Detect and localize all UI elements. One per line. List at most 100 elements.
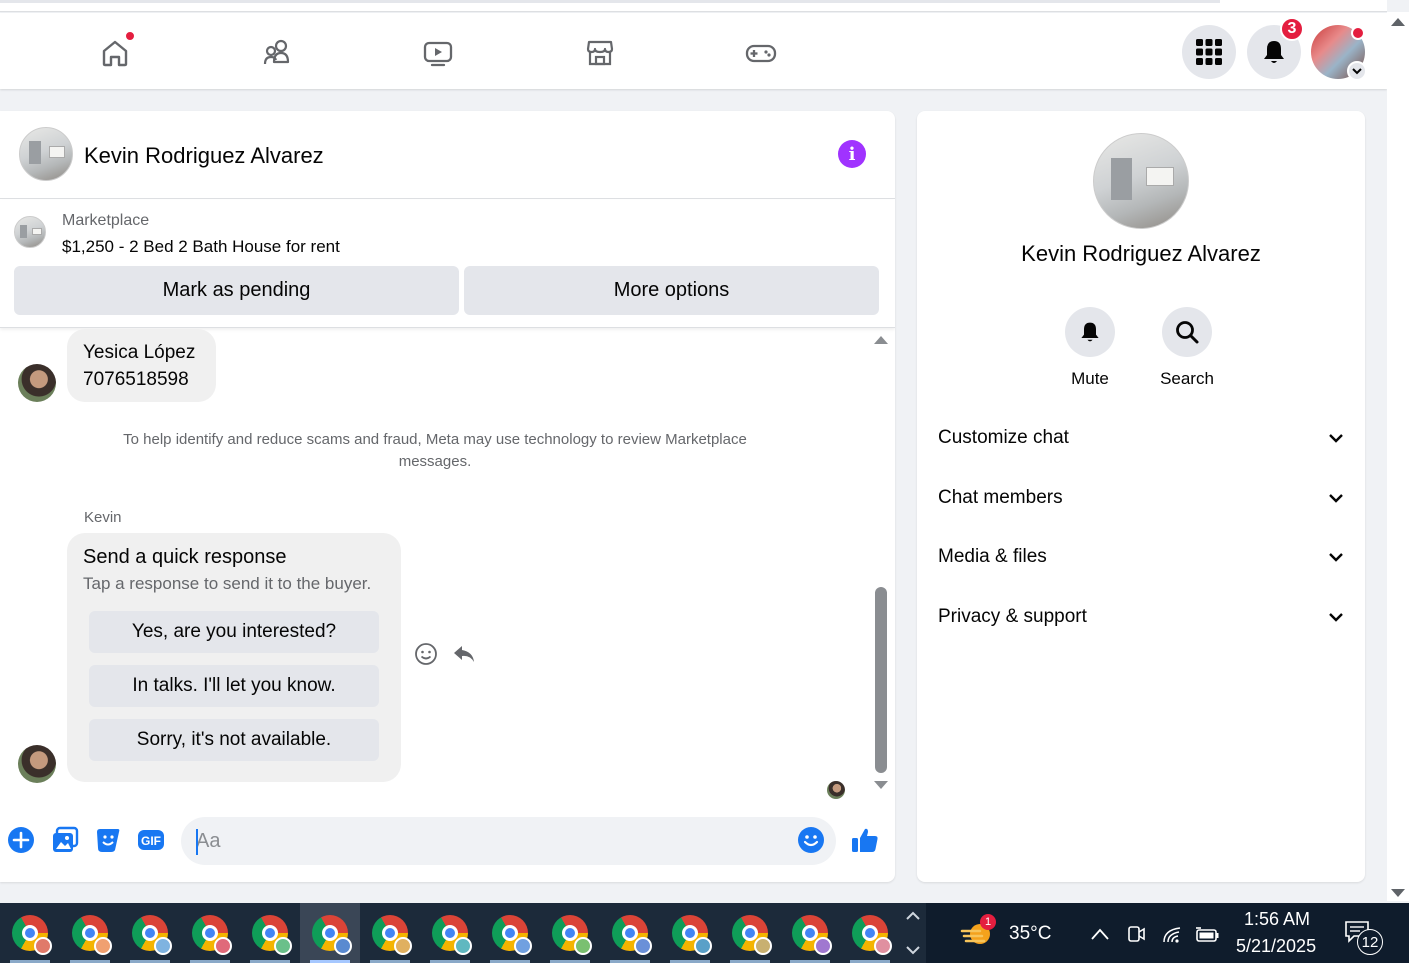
chrome-taskbar-app[interactable] xyxy=(420,903,480,963)
taskbar-overflow-scroller[interactable] xyxy=(900,903,926,963)
svg-text:GIF: GIF xyxy=(141,834,161,848)
gaming-icon xyxy=(745,44,777,63)
scroll-down-arrow-icon[interactable] xyxy=(874,781,888,789)
more-options-button[interactable]: More options xyxy=(464,266,879,315)
chat-contact-name[interactable]: Kevin Rodriguez Alvarez xyxy=(84,143,324,169)
gaming-tab[interactable] xyxy=(741,33,781,73)
wifi-tray-button[interactable] xyxy=(1160,921,1186,947)
chrome-taskbar-app[interactable] xyxy=(180,903,240,963)
home-tab[interactable] xyxy=(95,31,135,73)
mute-button[interactable]: Mute xyxy=(1050,307,1130,389)
section-chat-members[interactable]: Chat members xyxy=(938,478,1344,518)
thumbs-up-icon xyxy=(852,828,878,852)
quick-response-option[interactable]: Sorry, it's not available. xyxy=(89,719,379,761)
mark-as-pending-button[interactable]: Mark as pending xyxy=(14,266,459,315)
chrome-taskbar-app[interactable] xyxy=(720,903,780,963)
scroll-down-arrow-icon[interactable] xyxy=(1391,889,1405,897)
menu-button[interactable] xyxy=(1182,25,1236,79)
chrome-taskbar-app[interactable] xyxy=(600,903,660,963)
chrome-taskbar-app[interactable] xyxy=(660,903,720,963)
camera-icon xyxy=(1128,926,1145,942)
clock-date[interactable]: 5/21/2025 xyxy=(1236,936,1316,957)
react-button[interactable] xyxy=(413,641,439,667)
scrollbar-thumb[interactable] xyxy=(875,587,887,773)
scroll-up-arrow-icon[interactable] xyxy=(874,336,888,344)
chrome-icon xyxy=(132,915,172,955)
chrome-icon xyxy=(672,915,712,955)
chat-header: Kevin Rodriguez Alvarez i xyxy=(0,111,895,199)
marketplace-listing-bar: Marketplace $1,250 - 2 Bed 2 Bath House … xyxy=(0,200,895,328)
chevron-down-icon xyxy=(1329,613,1343,622)
search-button[interactable]: Search xyxy=(1147,307,1227,389)
like-button[interactable] xyxy=(850,825,880,855)
details-contact-name[interactable]: Kevin Rodriguez Alvarez xyxy=(917,241,1365,267)
weather-widget[interactable]: 1 xyxy=(960,914,996,949)
chevron-down-icon xyxy=(1329,494,1343,503)
battery-tray-button[interactable] xyxy=(1194,921,1220,947)
sticker-icon xyxy=(97,829,120,852)
more-actions-button[interactable] xyxy=(6,825,36,855)
chrome-taskbar-app-active[interactable] xyxy=(300,903,360,963)
chevron-down-icon[interactable] xyxy=(906,945,920,955)
scroll-up-arrow-icon[interactable] xyxy=(1391,18,1405,26)
smiley-icon xyxy=(415,643,437,665)
chrome-taskbar-app[interactable] xyxy=(360,903,420,963)
notifications-button[interactable]: 3 xyxy=(1247,17,1304,79)
chrome-taskbar-app[interactable] xyxy=(0,903,60,963)
emoji-icon xyxy=(798,827,824,853)
listing-title[interactable]: $1,250 - 2 Bed 2 Bath House for rent xyxy=(62,237,340,257)
notifications-badge: 3 xyxy=(1280,17,1304,41)
message-scrollbar[interactable] xyxy=(870,329,892,799)
chevron-up-icon[interactable] xyxy=(906,911,920,921)
friends-tab[interactable] xyxy=(257,33,297,73)
watch-icon xyxy=(423,41,453,67)
section-privacy-support[interactable]: Privacy & support xyxy=(938,597,1344,637)
marketplace-icon xyxy=(586,40,614,66)
chrome-icon xyxy=(192,915,232,955)
sticker-button[interactable] xyxy=(93,825,123,855)
section-media-files[interactable]: Media & files xyxy=(938,537,1344,577)
chrome-icon xyxy=(72,915,112,955)
show-hidden-icons-button[interactable] xyxy=(1087,921,1113,947)
attach-photo-button[interactable] xyxy=(50,825,80,855)
sender-avatar[interactable] xyxy=(18,745,56,783)
page-scrollbar[interactable] xyxy=(1387,12,1409,901)
chrome-taskbar-app[interactable] xyxy=(480,903,540,963)
sender-avatar[interactable] xyxy=(18,364,56,402)
plus-circle-icon xyxy=(8,827,34,853)
chevron-up-icon xyxy=(1091,928,1109,940)
message-bubble[interactable] xyxy=(67,329,216,402)
clock-time[interactable]: 1:56 AM xyxy=(1244,909,1310,930)
chrome-taskbar-app[interactable] xyxy=(60,903,120,963)
chrome-taskbar-app[interactable] xyxy=(540,903,600,963)
quick-response-option[interactable]: Yes, are you interested? xyxy=(89,611,379,653)
camera-tray-button[interactable] xyxy=(1123,921,1149,947)
chat-avatar[interactable] xyxy=(19,127,73,181)
battery-icon xyxy=(1196,927,1219,942)
gif-button[interactable]: GIF xyxy=(136,825,166,855)
message-input[interactable] xyxy=(181,817,836,865)
menu-grid-icon xyxy=(1196,39,1222,65)
account-avatar[interactable] xyxy=(1311,25,1367,81)
chrome-icon xyxy=(372,915,412,955)
section-customize-chat[interactable]: Customize chat xyxy=(938,418,1344,458)
quick-response-option[interactable]: In talks. I'll let you know. xyxy=(89,665,379,707)
weather-temperature[interactable]: 35°C xyxy=(1009,923,1051,945)
reply-button[interactable] xyxy=(451,641,477,667)
details-avatar[interactable] xyxy=(1093,133,1189,229)
chrome-taskbar-app[interactable] xyxy=(240,903,300,963)
reply-icon xyxy=(454,646,474,662)
info-icon[interactable]: i xyxy=(838,140,866,168)
listing-thumbnail[interactable] xyxy=(14,216,46,248)
chrome-taskbar-app[interactable] xyxy=(780,903,840,963)
browser-tab-bar xyxy=(0,0,1220,3)
emoji-button[interactable] xyxy=(796,825,826,855)
chrome-icon xyxy=(732,915,772,955)
chrome-taskbar-app[interactable] xyxy=(840,903,900,963)
top-navbar: 3 xyxy=(0,13,1387,89)
chrome-taskbar-app[interactable] xyxy=(120,903,180,963)
watch-tab[interactable] xyxy=(418,33,458,73)
account-menu-chevron[interactable] xyxy=(1347,61,1367,81)
marketplace-tab[interactable] xyxy=(580,33,620,73)
weather-badge: 1 xyxy=(980,914,996,930)
